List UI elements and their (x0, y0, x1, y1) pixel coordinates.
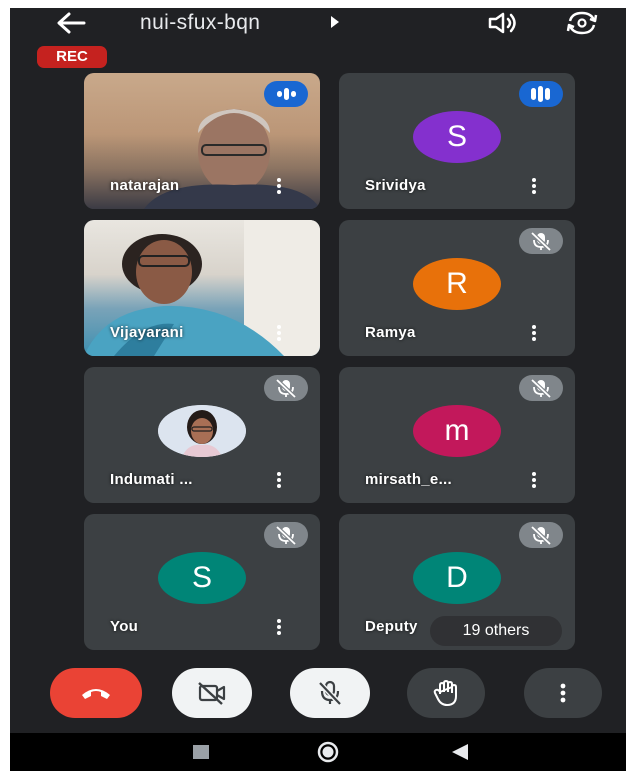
mic-off-icon (264, 522, 308, 548)
more-vert-icon[interactable] (274, 470, 284, 492)
switch-camera-icon[interactable] (564, 9, 600, 37)
participant-name: mirsath_e... (365, 471, 452, 488)
participant-name: Srividya (365, 177, 426, 194)
raise-hand-button[interactable] (407, 668, 485, 718)
more-vert-icon[interactable] (529, 470, 539, 492)
participant-avatar: S (413, 111, 501, 163)
participant-name: You (110, 618, 139, 635)
participant-tile[interactable]: Vijayarani (84, 220, 320, 356)
participant-avatar: S (158, 552, 246, 604)
mic-off-icon (519, 375, 563, 401)
meet-screen: nui-sfux-bqn REC natarajan S Srividya Vi… (10, 8, 626, 771)
home-icon[interactable] (313, 741, 343, 763)
mic-off-icon (519, 522, 563, 548)
phone-hangup-icon (82, 689, 110, 699)
participant-avatar: m (413, 405, 501, 457)
participant-tile[interactable]: natarajan (84, 73, 320, 209)
participant-name: Vijayarani (110, 324, 184, 341)
mic-off-icon (519, 228, 563, 254)
participant-name: Ramya (365, 324, 416, 341)
speaking-indicator (519, 81, 563, 107)
more-vert-icon[interactable] (529, 323, 539, 345)
camera-toggle-button[interactable] (172, 668, 252, 718)
profile-photo (158, 405, 246, 457)
more-vert-icon (560, 683, 566, 703)
hand-icon (433, 680, 457, 706)
participant-tile[interactable]: m mirsath_e... (339, 367, 575, 503)
microphone-toggle-button[interactable] (290, 668, 370, 718)
back-triangle-icon[interactable] (444, 741, 474, 763)
participant-tile[interactable]: Indumati ... (84, 367, 320, 503)
back-arrow-icon[interactable] (54, 11, 88, 35)
participant-avatar: D (413, 552, 501, 604)
others-count-chip[interactable]: 19 others (430, 616, 562, 646)
mic-off-icon (264, 375, 308, 401)
camera-off-icon (198, 682, 226, 705)
more-vert-icon[interactable] (274, 617, 284, 639)
meeting-code[interactable]: nui-sfux-bqn (140, 11, 260, 35)
system-navigation-bar (10, 733, 626, 771)
participant-tile-self[interactable]: S You (84, 514, 320, 650)
caret-right-icon[interactable] (328, 13, 342, 31)
more-vert-icon[interactable] (529, 176, 539, 198)
speaker-icon[interactable] (486, 11, 520, 35)
participant-avatar: R (413, 258, 501, 310)
mic-off-icon (318, 680, 342, 706)
participant-tile[interactable]: S Srividya (339, 73, 575, 209)
more-vert-icon[interactable] (274, 176, 284, 198)
end-call-button[interactable] (50, 668, 142, 718)
more-vert-icon[interactable] (274, 323, 284, 345)
participant-name: natarajan (110, 177, 180, 194)
recording-badge: REC (37, 46, 107, 68)
participant-tile[interactable]: R Ramya (339, 220, 575, 356)
more-options-button[interactable] (524, 668, 602, 718)
participant-name: Deputy (365, 618, 418, 635)
speaking-indicator (264, 81, 308, 107)
recent-apps-icon[interactable] (186, 741, 216, 763)
participant-name: Indumati ... (110, 471, 193, 488)
top-bar: nui-sfux-bqn (10, 8, 626, 38)
